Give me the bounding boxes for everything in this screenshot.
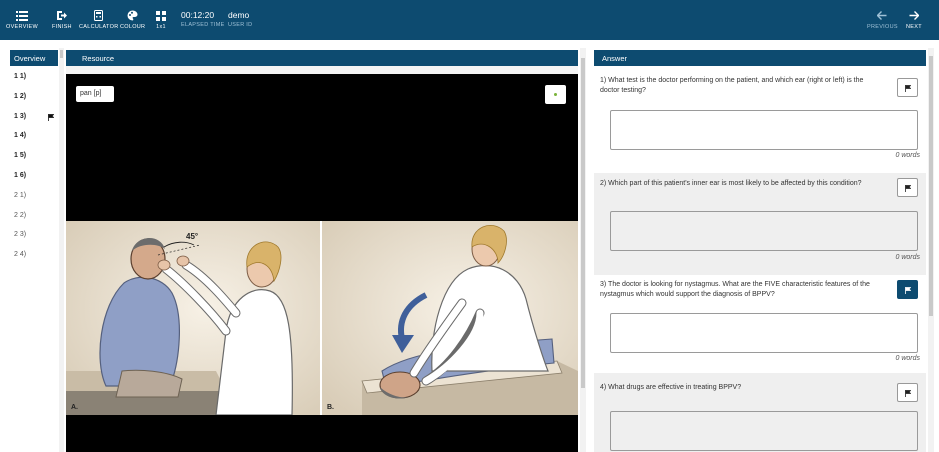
word-count: 0 words (895, 152, 920, 159)
overview-item[interactable]: 1 5) (10, 149, 58, 169)
previous-button[interactable]: PREVIOUS (867, 9, 898, 30)
overview-item-label: 1 6) (14, 171, 27, 179)
question-2: 2) Which part of this patient's inner ea… (594, 173, 926, 275)
illustration-a: 45° A. (66, 221, 322, 416)
flag-icon (904, 79, 911, 97)
overview-item[interactable]: 1 1) (10, 70, 58, 90)
question-text: 4) What drugs are effective in treating … (600, 384, 742, 391)
elapsed-time-value: 00:12:20 (181, 10, 215, 20)
answer-title: Answer (594, 50, 926, 66)
answer-panel: Answer 1) What test is the doctor perfor… (594, 50, 926, 452)
illustration-b: B. (322, 221, 578, 415)
resource-scrollbar[interactable] (580, 48, 586, 452)
overview-item-label: 1 1) (14, 73, 27, 80)
calculator-label: CALCULATOR (79, 24, 119, 30)
flag-button[interactable] (897, 178, 918, 197)
overview-item-label: 1 4) (14, 132, 27, 140)
overview-scrollbar[interactable] (59, 48, 64, 452)
colour-button[interactable]: COLOUR (120, 9, 145, 30)
layout-label: 1x1 (156, 24, 166, 30)
user-id-label: USER ID (228, 22, 253, 28)
overview-item[interactable]: 2 2) (10, 209, 58, 229)
colour-label: COLOUR (120, 24, 146, 30)
user-id-value: demo (228, 10, 250, 20)
answer-input[interactable] (610, 411, 918, 451)
overview-item[interactable]: 1 6) (10, 169, 58, 189)
overview-item-label: 2 4) (14, 251, 27, 259)
angle-label: 45° (186, 232, 198, 241)
viewer-options-button[interactable] (545, 85, 566, 104)
question-1: 1) What test is the doctor performing on… (594, 66, 926, 173)
overview-item-label: 1 5) (14, 152, 27, 160)
resource-viewer-bottom (66, 415, 578, 452)
overview-item-label: 1 2) (14, 92, 27, 100)
answer-scrollbar[interactable] (928, 48, 934, 452)
question-text: 3) The doctor is looking for nystagmus. … (600, 281, 870, 298)
finish-label: FINISH (52, 24, 72, 30)
overview-item-label: 2 3) (14, 231, 27, 239)
overview-item[interactable]: 1 2) (10, 90, 58, 110)
pan-button[interactable]: pan [p] (76, 86, 114, 102)
flag-icon (48, 113, 55, 123)
overview-item[interactable]: 1 4) (10, 129, 58, 149)
grid-icon (156, 9, 166, 22)
flag-icon (904, 179, 911, 197)
elapsed-time: 00:12:20 ELAPSED TIME (181, 10, 225, 28)
figure-b-label: B. (327, 404, 334, 411)
top-toolbar: OVERVIEW FINISH CALCULATOR COLOUR 1x1 00… (0, 0, 939, 40)
arrow-left-icon (877, 9, 887, 22)
answer-input[interactable] (610, 110, 918, 150)
flag-button[interactable] (897, 383, 918, 402)
next-button[interactable]: NEXT (906, 9, 922, 30)
word-count: 0 words (895, 355, 920, 362)
overview-item-label: 2 1) (14, 191, 27, 199)
overview-button[interactable]: OVERVIEW (6, 9, 38, 30)
overview-item-label: 1 3) (14, 112, 27, 120)
calculator-button[interactable]: CALCULATOR (79, 9, 118, 30)
flag-button[interactable] (897, 78, 918, 97)
flag-icon (904, 281, 911, 299)
resource-title: Resource (66, 50, 578, 66)
layout-button[interactable]: 1x1 (156, 9, 166, 30)
question-4: 4) What drugs are effective in treating … (594, 373, 926, 452)
resource-viewer[interactable]: pan [p] (66, 74, 578, 221)
list-icon (15, 9, 28, 22)
overview-label: OVERVIEW (6, 24, 38, 30)
overview-item[interactable]: 2 1) (10, 189, 58, 209)
overview-item[interactable]: 1 3) (10, 110, 58, 130)
overview-list: 1 1) 1 2) 1 3) 1 4) 1 5) 1 6) 2 1) 2 2) 2 3) 2 4) (10, 66, 58, 268)
elapsed-time-label: ELAPSED TIME (181, 22, 225, 28)
exit-icon (56, 9, 68, 22)
question-text: 2) Which part of this patient's inner ea… (600, 180, 862, 187)
arrow-right-icon (909, 9, 919, 22)
overview-title: Overview (10, 50, 58, 66)
finish-button[interactable]: FINISH (52, 9, 72, 30)
calculator-icon (94, 9, 104, 22)
resource-panel: Resource pan [p] 45° A. B. (66, 50, 578, 452)
overview-item[interactable]: 2 3) (10, 228, 58, 248)
user-id: demo USER ID (228, 10, 252, 28)
previous-label: PREVIOUS (867, 24, 898, 30)
answer-input[interactable] (610, 313, 918, 353)
overview-item-label: 2 2) (14, 211, 27, 219)
figure-a-label: A. (71, 404, 78, 411)
question-3: 3) The doctor is looking for nystagmus. … (594, 275, 926, 373)
next-label: NEXT (906, 24, 922, 30)
answer-input[interactable] (610, 211, 918, 251)
flag-icon (904, 384, 911, 402)
overview-item[interactable]: 2 4) (10, 248, 58, 268)
overview-panel: Overview 1 1) 1 2) 1 3) 1 4) 1 5) 1 6) 2 1) 2 2… (10, 50, 58, 452)
flag-button[interactable] (897, 280, 918, 299)
question-text: 1) What test is the doctor performing on… (600, 77, 864, 94)
palette-icon (127, 9, 138, 22)
word-count: 0 words (895, 254, 920, 261)
